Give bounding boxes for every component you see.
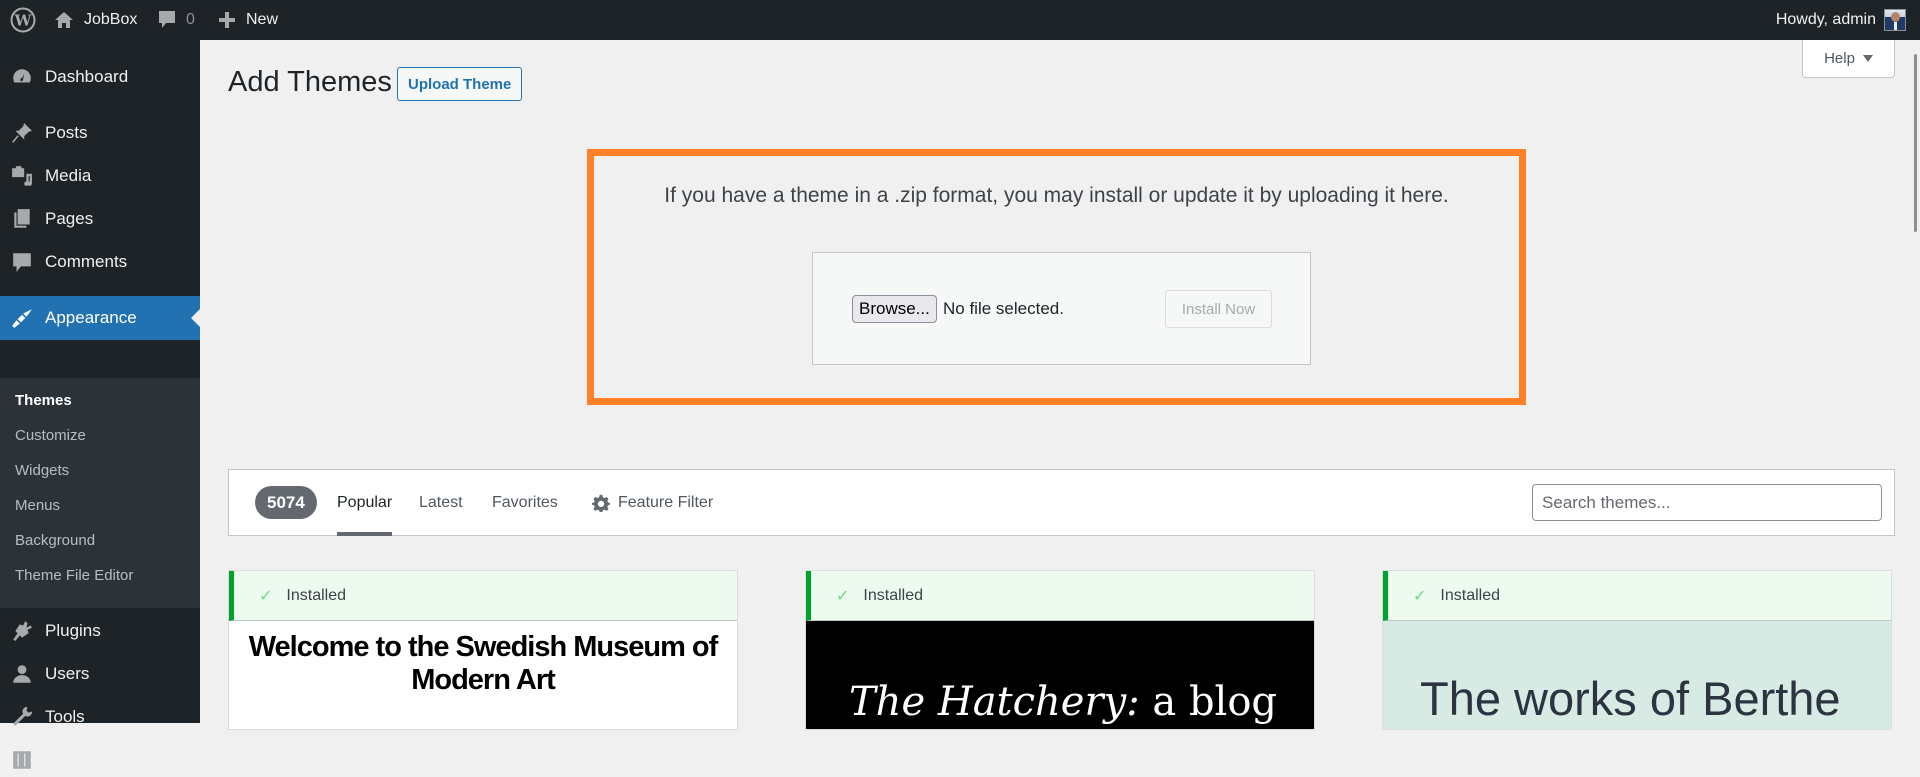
plus-icon <box>219 12 235 28</box>
sidebar-item-comments[interactable]: Comments <box>0 245 200 279</box>
home-icon <box>55 12 73 28</box>
settings-icon <box>10 748 34 772</box>
upload-theme-form: Browse... No file selected. Install Now <box>812 252 1311 365</box>
sidebar-item-media[interactable]: Media <box>0 159 200 193</box>
theme-screenshot[interactable]: Welcome to the Swedish Museum of Modern … <box>229 621 737 729</box>
new-content-link[interactable]: New <box>218 0 278 40</box>
tab-latest[interactable]: Latest <box>419 470 463 536</box>
page-title: Add Themes <box>228 66 392 98</box>
installed-label: Installed <box>1440 586 1500 604</box>
site-name: JobBox <box>84 11 138 28</box>
theme-count-badge: 5074 <box>255 486 317 519</box>
tab-favorites[interactable]: Favorites <box>492 470 558 536</box>
preview-italic-text: The Hatchery: <box>849 679 1140 725</box>
dashboard-icon <box>10 65 34 89</box>
new-label: New <box>246 11 279 28</box>
caret-down-icon <box>1862 55 1873 62</box>
theme-screenshot[interactable]: The works of Berthe <box>1383 621 1891 729</box>
pin-icon <box>10 121 34 145</box>
submenu-item-themes[interactable]: Themes <box>0 383 200 418</box>
theme-preview-text: Welcome to the Swedish Museum of Modern … <box>248 631 719 696</box>
gear-icon <box>592 494 610 512</box>
user-avatar <box>1884 9 1906 31</box>
sidebar-label: Plugins <box>45 621 101 640</box>
help-label: Help <box>1824 50 1855 67</box>
theme-card[interactable]: ✓ Installed Welcome to the Swedish Museu… <box>228 570 738 730</box>
installed-notice: ✓ Installed <box>229 571 737 621</box>
user-icon <box>10 662 34 686</box>
installed-label: Installed <box>863 586 923 604</box>
sidebar-label: Settings <box>45 750 107 769</box>
theme-screenshot[interactable]: The Hatchery: a blog <box>806 621 1314 729</box>
sidebar-item-pages[interactable]: Pages <box>0 202 200 236</box>
file-status-text: No file selected. <box>943 299 1064 318</box>
admin-sidebar: Dashboard Posts Media Pages Comments App… <box>0 40 200 769</box>
comment-icon <box>10 250 34 274</box>
theme-card[interactable]: ✓ Installed The works of Berthe <box>1382 570 1892 730</box>
svg-text:W: W <box>14 12 33 30</box>
sidebar-label: Tools <box>45 707 85 726</box>
sidebar-item-dashboard[interactable]: Dashboard <box>0 60 200 94</box>
theme-card[interactable]: ✓ Installed The Hatchery: a blog <box>805 570 1315 730</box>
sidebar-label: Appearance <box>45 308 137 327</box>
appearance-submenu: Themes Customize Widgets Menus Backgroun… <box>0 378 200 608</box>
sidebar-item-tools[interactable]: Tools <box>0 700 200 734</box>
brush-icon <box>10 306 34 330</box>
site-name-link[interactable]: JobBox <box>54 0 137 40</box>
howdy-text: Howdy, admin <box>1775 11 1876 28</box>
my-account-menu[interactable]: Howdy, admin <box>1776 0 1906 40</box>
sidebar-label: Users <box>45 664 90 683</box>
feature-filter-label: Feature Filter <box>618 494 714 511</box>
browse-file-button[interactable]: Browse... <box>852 295 937 323</box>
comments-count: 0 <box>186 11 195 28</box>
sidebar-item-appearance[interactable]: Appearance <box>0 296 200 340</box>
media-icon <box>10 164 34 188</box>
checkmark-icon: ✓ <box>1413 587 1427 605</box>
theme-filter-bar: 5074 Popular Latest Favorites Feature Fi… <box>228 469 1895 536</box>
comment-bubble-icon <box>159 11 175 28</box>
feature-filter-button[interactable]: Feature Filter <box>592 470 713 536</box>
sidebar-label: Pages <box>45 209 94 228</box>
main-content: Help Add Themes Upload Theme If you have… <box>200 40 1920 730</box>
installed-label: Installed <box>286 586 346 604</box>
install-now-button[interactable]: Install Now <box>1165 290 1272 328</box>
upload-instructions: If you have a theme in a .zip format, yo… <box>664 184 1449 207</box>
checkmark-icon: ✓ <box>259 587 273 605</box>
admin-bar: W JobBox 0 New Howdy, admin <box>0 0 1920 40</box>
sidebar-label: Comments <box>45 252 128 271</box>
wordpress-logo-button[interactable]: W <box>8 0 38 40</box>
wordpress-logo-icon: W <box>10 7 36 33</box>
plug-icon <box>10 619 34 643</box>
sidebar-label: Dashboard <box>45 67 129 86</box>
page-scrollbar[interactable] <box>1914 54 1917 232</box>
submenu-item-customize[interactable]: Customize <box>0 418 200 453</box>
help-tab-button[interactable]: Help <box>1802 40 1895 78</box>
theme-preview-text: The works of Berthe <box>1420 672 1841 725</box>
wrench-icon <box>10 705 34 729</box>
checkmark-icon: ✓ <box>836 587 850 605</box>
installed-notice: ✓ Installed <box>1383 571 1891 621</box>
sidebar-item-plugins[interactable]: Plugins <box>0 614 200 648</box>
preview-text: a blog <box>1139 679 1278 725</box>
sidebar-item-settings[interactable]: Settings <box>0 743 200 777</box>
installed-notice: ✓ Installed <box>806 571 1314 621</box>
sidebar-item-users[interactable]: Users <box>0 657 200 691</box>
pages-icon <box>10 207 34 231</box>
sidebar-label: Media <box>45 166 92 185</box>
search-themes-input[interactable] <box>1532 484 1882 521</box>
submenu-item-theme-file-editor[interactable]: Theme File Editor <box>0 558 200 593</box>
submenu-item-widgets[interactable]: Widgets <box>0 453 200 488</box>
comments-link[interactable]: 0 <box>158 0 195 40</box>
submenu-item-menus[interactable]: Menus <box>0 488 200 523</box>
theme-preview-text: The Hatchery: a blog <box>849 679 1277 725</box>
submenu-item-background[interactable]: Background <box>0 523 200 558</box>
sidebar-item-posts[interactable]: Posts <box>0 116 200 150</box>
tab-popular[interactable]: Popular <box>337 470 393 536</box>
sidebar-label: Posts <box>45 123 88 142</box>
upload-theme-button[interactable]: Upload Theme <box>397 67 523 101</box>
